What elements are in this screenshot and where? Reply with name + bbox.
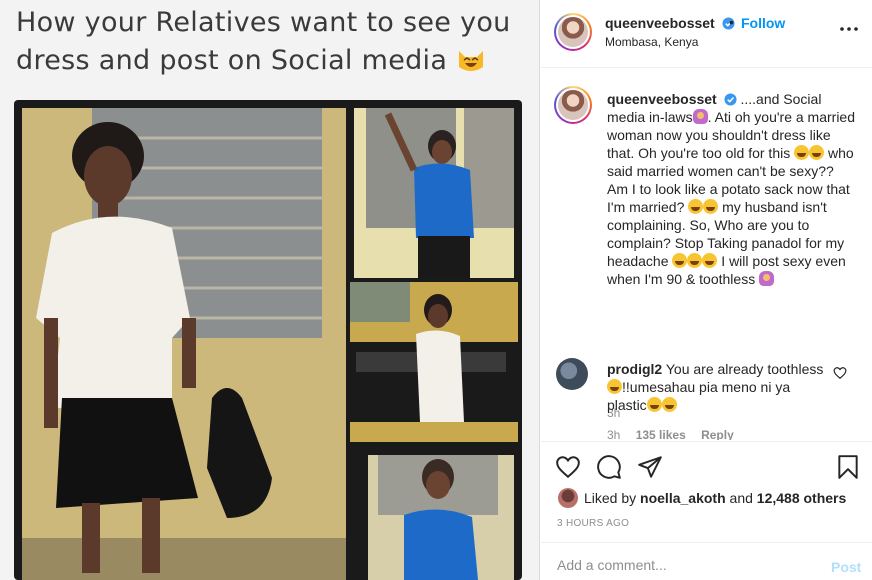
comment-bubble-icon[interactable] — [596, 454, 622, 480]
laughing-emoji-icon — [607, 379, 622, 394]
post-side-panel: queenveebosset • Follow Mombasa, Kenya q… — [541, 0, 872, 580]
meme-caption-line2: dress and post on Social media — [16, 45, 448, 76]
follow-button[interactable]: Follow — [741, 15, 785, 31]
photo-woman-white-blouse-black-skirt — [22, 108, 346, 580]
photo-woman-white-blouse-by-car — [350, 282, 518, 442]
comment-like-heart-icon[interactable] — [833, 366, 847, 380]
header-username-row: queenveebosset — [605, 15, 735, 31]
post-date[interactable]: 3 HOURS AGO — [557, 518, 629, 529]
laughing-emoji-icon — [661, 397, 677, 412]
commenter-username[interactable]: prodigl2 — [607, 361, 662, 377]
meme-caption-line2-row: dress and post on Social media — [16, 42, 516, 80]
comment-item: prodigl2 You are already toothless !!umes… — [541, 356, 872, 440]
commenter-avatar[interactable] — [556, 358, 588, 390]
liked-by-prefix: Liked by — [584, 490, 637, 506]
photo-woman-blue-shirt-standing — [354, 108, 514, 278]
header-separator: • — [729, 14, 734, 30]
rofl-emoji-icon — [809, 145, 825, 160]
share-paper-plane-icon[interactable] — [637, 454, 663, 480]
add-comment-bar: Post — [541, 542, 872, 580]
laughing-cat-emoji-icon — [459, 51, 484, 71]
laughing-emoji-icon — [672, 253, 688, 268]
caption-username[interactable]: queenveebosset — [607, 91, 717, 107]
grinning-emoji-icon — [703, 199, 719, 214]
facepalm-emoji-icon — [759, 271, 775, 286]
author-avatar[interactable] — [554, 13, 592, 51]
meme-caption-line1: How your Relatives want to see you — [16, 7, 511, 38]
more-options-icon[interactable] — [839, 24, 859, 34]
post-image[interactable]: How your Relatives want to see you dress… — [0, 0, 540, 580]
likes-others-count[interactable]: 12,488 others — [757, 490, 847, 506]
laughing-emoji-icon — [646, 397, 662, 412]
caption-text: queenveebosset ....and Social media in-l… — [607, 90, 857, 288]
verified-badge-icon — [724, 93, 737, 106]
photo-collage — [14, 100, 522, 580]
liked-by-connector: and — [729, 490, 753, 506]
liker-username[interactable]: noella_akoth — [640, 490, 726, 506]
comment-part1: You are already toothless — [665, 361, 824, 377]
comment-meta: 3h 135 likes Reply — [607, 428, 746, 440]
liked-by-text: Liked by noella_akoth and 12,488 others — [584, 490, 846, 506]
meme-caption: How your Relatives want to see you dress… — [16, 4, 516, 80]
save-bookmark-icon[interactable] — [835, 454, 861, 480]
laughing-emoji-icon — [688, 199, 704, 214]
like-heart-icon[interactable] — [555, 454, 581, 480]
comment-reply-button[interactable]: Reply — [701, 428, 734, 440]
laughing-emoji-icon — [794, 145, 810, 160]
liker-avatar[interactable] — [558, 488, 578, 508]
laughing-emoji-icon — [702, 253, 718, 268]
post-location[interactable]: Mombasa, Kenya — [605, 35, 698, 49]
post-header: queenveebosset • Follow Mombasa, Kenya — [541, 0, 872, 68]
post-comment-button[interactable]: Post — [831, 559, 861, 575]
facepalm-emoji-icon — [692, 109, 708, 124]
caption-author-avatar[interactable] — [554, 86, 592, 124]
author-username[interactable]: queenveebosset — [605, 15, 715, 31]
liked-by-row: Liked by noella_akoth and 12,488 others — [541, 486, 872, 510]
laughing-emoji-icon — [687, 253, 703, 268]
add-comment-input[interactable] — [557, 553, 807, 577]
comment-timestamp[interactable]: 3h — [607, 428, 620, 440]
comment-likes-count[interactable]: 135 likes — [636, 428, 686, 440]
comment-part2: !!umesahau pia meno ni ya plastic — [607, 379, 791, 413]
comment-text: prodigl2 You are already toothless !!umes… — [607, 360, 832, 414]
photo-woman-blue-top-portrait — [368, 455, 514, 580]
